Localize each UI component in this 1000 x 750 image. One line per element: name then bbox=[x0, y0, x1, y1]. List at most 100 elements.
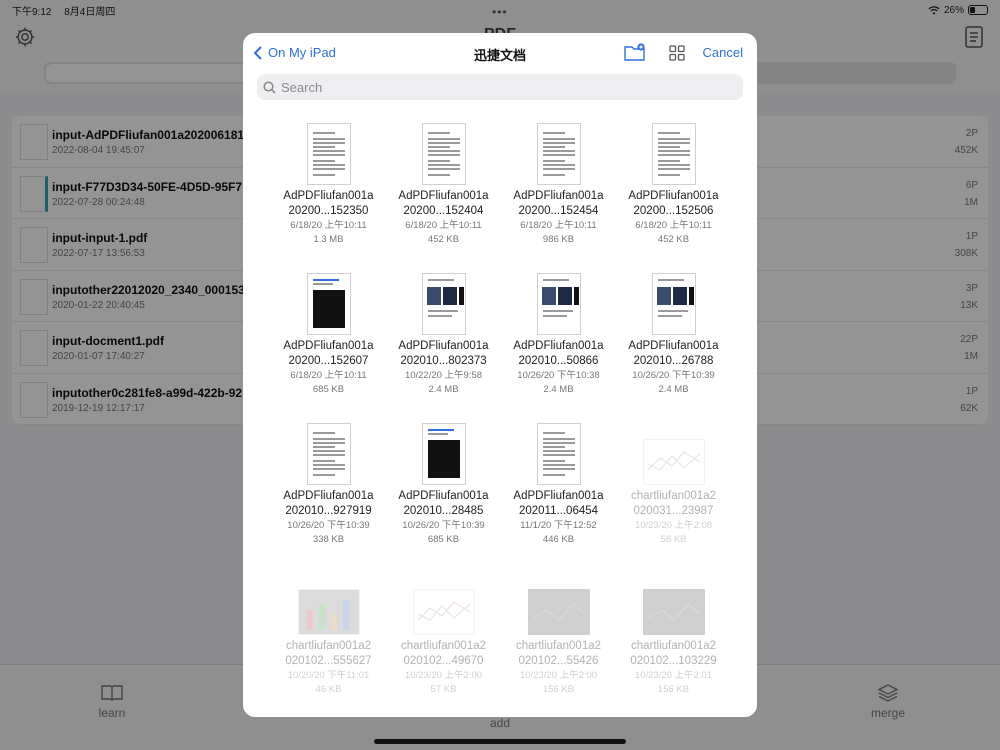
file-grid-item[interactable]: AdPDFliufan001a 20200...152404 6/18/20 上午1… bbox=[386, 121, 501, 271]
file-grid-item[interactable]: AdPDFliufan001a 20200...152607 6/18/20 上午1… bbox=[271, 271, 386, 421]
file-size: 57 KB bbox=[430, 684, 457, 695]
document-thumbnail bbox=[421, 123, 466, 185]
chart-thumbnail bbox=[642, 589, 705, 635]
file-size: 338 KB bbox=[312, 534, 345, 545]
document-thumbnail bbox=[421, 423, 466, 485]
file-size: 446 KB bbox=[542, 534, 575, 545]
file-size: 58 KB bbox=[660, 534, 687, 545]
search-bar[interactable] bbox=[257, 74, 743, 100]
file-grid-item[interactable]: AdPDFliufan001a 202010...28485 10/26/20 下午… bbox=[386, 421, 501, 571]
file-name-line2: 20200...152454 bbox=[518, 205, 599, 217]
file-date: 10/26/20 下午10:38 bbox=[517, 370, 600, 381]
file-grid-item[interactable]: AdPDFliufan001a 202010...802373 10/22/20 上… bbox=[386, 271, 501, 421]
thumbnail-frame bbox=[271, 571, 386, 635]
thumbnail-frame bbox=[501, 121, 616, 185]
search-icon bbox=[263, 80, 276, 94]
file-grid-item: chartliufan001a2 020031...23987 10/23/20 上… bbox=[616, 421, 731, 571]
file-name-line2: 020031...23987 bbox=[633, 505, 714, 517]
status-time: 下午9:12 bbox=[12, 7, 52, 18]
file-name-line2: 202010...28485 bbox=[403, 505, 484, 517]
picker-nav-bar: On My iPad 迅捷文档 Cancel bbox=[243, 33, 757, 71]
thumbnail-frame bbox=[271, 421, 386, 485]
file-size: 685 KB bbox=[427, 534, 460, 545]
file-date: 6/18/20 上午10:11 bbox=[405, 220, 482, 231]
file-date: 10/23/20 上午2:08 bbox=[634, 520, 713, 531]
cancel-button[interactable]: Cancel bbox=[703, 45, 743, 60]
file-name-line1: AdPDFliufan001a bbox=[283, 340, 374, 352]
file-date: 6/18/20 上午10:11 bbox=[290, 370, 367, 381]
file-name-line1: chartliufan001a2 bbox=[515, 640, 602, 652]
thumbnail-frame bbox=[271, 121, 386, 185]
file-grid-item: chartliufan001a2 020102...55426 10/23/20 上… bbox=[501, 571, 616, 717]
file-date: 6/18/20 上午10:11 bbox=[520, 220, 597, 231]
document-thumbnail bbox=[306, 273, 351, 335]
file-date: 10/26/20 下午10:39 bbox=[287, 520, 370, 531]
file-date: 6/18/20 上午10:11 bbox=[290, 220, 367, 231]
file-name-line1: chartliufan001a2 bbox=[630, 490, 717, 502]
file-name-line2: 020102...555627 bbox=[285, 655, 372, 667]
file-name-line1: chartliufan001a2 bbox=[285, 640, 372, 652]
file-name-line2: 202010...50866 bbox=[518, 355, 599, 367]
file-size: 156 KB bbox=[657, 684, 690, 695]
file-grid-item: chartliufan001a2 020102...49670 10/23/20 上… bbox=[386, 571, 501, 717]
battery-icon bbox=[968, 5, 988, 15]
file-grid-item[interactable]: AdPDFliufan001a 20200...152506 6/18/20 上午1… bbox=[616, 121, 731, 271]
new-folder-icon[interactable] bbox=[624, 43, 646, 61]
thumbnail-frame bbox=[616, 271, 731, 335]
file-grid-item[interactable]: AdPDFliufan001a 202010...927919 10/26/20 下… bbox=[271, 421, 386, 571]
file-name-line2: 20200...152404 bbox=[403, 205, 484, 217]
thumbnail-frame bbox=[501, 571, 616, 635]
file-size: 685 KB bbox=[312, 384, 345, 395]
thumbnail-frame bbox=[501, 421, 616, 485]
file-size: 2.4 MB bbox=[543, 384, 574, 395]
file-date: 11/1/20 下午12:52 bbox=[520, 520, 597, 531]
document-thumbnail bbox=[536, 423, 581, 485]
chart-thumbnail bbox=[297, 589, 360, 635]
file-name-line2: 020102...49670 bbox=[403, 655, 484, 667]
thumbnail-frame bbox=[616, 421, 731, 485]
status-date: 8月4日周四 bbox=[64, 7, 116, 18]
search-input[interactable] bbox=[281, 79, 701, 95]
file-name-line1: AdPDFliufan001a bbox=[628, 340, 719, 352]
battery-percent: 26% bbox=[943, 4, 964, 16]
thumbnail-frame bbox=[616, 121, 731, 185]
file-size: 2.4 MB bbox=[428, 384, 459, 395]
thumbnail-frame bbox=[501, 271, 616, 335]
file-date: 10/20/20 下午11:01 bbox=[287, 670, 370, 681]
file-grid-item[interactable]: AdPDFliufan001a 202010...26788 10/26/20 下午… bbox=[616, 271, 731, 421]
file-name-line2: 202010...802373 bbox=[400, 355, 487, 367]
file-grid-item[interactable]: AdPDFliufan001a 20200...152454 6/18/20 上午1… bbox=[501, 121, 616, 271]
file-name-line1: AdPDFliufan001a bbox=[398, 190, 489, 202]
document-picker-modal: On My iPad 迅捷文档 Cancel AdPDFliufan001a 20… bbox=[243, 33, 757, 717]
file-grid: AdPDFliufan001a 20200...152350 6/18/20 上午1… bbox=[271, 121, 731, 717]
file-size: 1.3 MB bbox=[313, 234, 344, 245]
file-grid-item[interactable]: AdPDFliufan001a 20200...152350 6/18/20 上午1… bbox=[271, 121, 386, 271]
file-grid-item[interactable]: AdPDFliufan001a 202010...50866 10/26/20 下午… bbox=[501, 271, 616, 421]
file-name-line1: AdPDFliufan001a bbox=[628, 190, 719, 202]
file-size: 156 KB bbox=[542, 684, 575, 695]
document-thumbnail bbox=[536, 273, 581, 335]
file-size: 2.4 MB bbox=[658, 384, 689, 395]
file-name-line1: AdPDFliufan001a bbox=[513, 190, 604, 202]
file-name-line2: 20200...152607 bbox=[288, 355, 369, 367]
file-name-line1: AdPDFliufan001a bbox=[283, 490, 374, 502]
file-grid-item[interactable]: AdPDFliufan001a 202011...06454 11/1/20 下午1… bbox=[501, 421, 616, 571]
file-grid-item: chartliufan001a2 020102...103229 10/23/20 … bbox=[616, 571, 731, 717]
file-date: 10/26/20 下午10:39 bbox=[632, 370, 715, 381]
file-name-line2: 202011...06454 bbox=[518, 505, 599, 517]
file-name-line1: chartliufan001a2 bbox=[630, 640, 717, 652]
file-name-line2: 020102...55426 bbox=[518, 655, 599, 667]
file-date: 10/23/20 上午2:01 bbox=[634, 670, 713, 681]
file-name-line1: AdPDFliufan001a bbox=[398, 490, 489, 502]
document-thumbnail bbox=[651, 123, 696, 185]
document-thumbnail bbox=[536, 123, 581, 185]
grid-view-icon[interactable] bbox=[669, 45, 685, 61]
file-size: 452 KB bbox=[427, 234, 460, 245]
thumbnail-frame bbox=[616, 571, 731, 635]
file-grid-item: chartliufan001a2 020102...555627 10/20/20 … bbox=[271, 571, 386, 717]
file-size: 46 KB bbox=[315, 684, 342, 695]
thumbnail-frame bbox=[386, 271, 501, 335]
thumbnail-frame bbox=[386, 121, 501, 185]
home-indicator[interactable] bbox=[374, 739, 626, 744]
multitasking-dots-icon[interactable]: ••• bbox=[492, 5, 508, 19]
